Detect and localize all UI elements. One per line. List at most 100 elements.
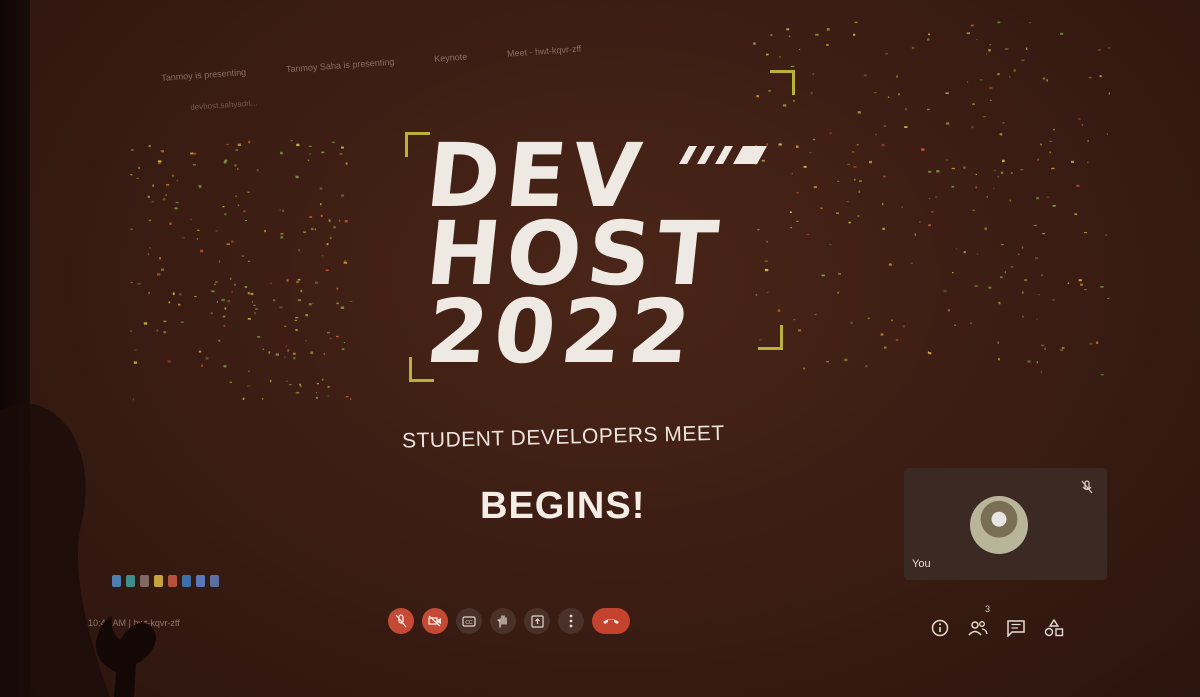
confetti-particle xyxy=(226,243,230,245)
confetti-particle xyxy=(199,186,202,189)
confetti-particle xyxy=(235,195,237,197)
mic-muted-icon[interactable] xyxy=(1081,480,1093,499)
confetti-particle xyxy=(1083,232,1088,234)
confetti-particle xyxy=(1023,279,1028,282)
confetti-particle xyxy=(303,231,306,233)
confetti-particle xyxy=(998,301,1001,305)
store-icon[interactable] xyxy=(182,575,191,587)
confetti-particle xyxy=(846,201,849,203)
confetti-particle xyxy=(997,341,999,344)
confetti-particle xyxy=(1036,197,1040,200)
confetti-particle xyxy=(993,187,995,189)
participants-count-badge: 3 xyxy=(984,604,990,614)
confetti-particle xyxy=(234,164,237,167)
confetti-particle xyxy=(914,233,916,236)
confetti-particle xyxy=(865,365,868,368)
captions-button[interactable]: CC xyxy=(456,608,482,634)
confetti-particle xyxy=(1000,276,1003,279)
confetti-particle xyxy=(986,53,988,55)
self-video-tile[interactable]: You xyxy=(904,468,1107,580)
event-headline: BEGINS! xyxy=(480,485,646,527)
confetti-particle xyxy=(227,300,231,303)
confetti-particle xyxy=(1009,75,1011,79)
confetti-particle xyxy=(1037,158,1039,161)
meeting-controls: CC xyxy=(388,608,630,634)
confetti-particle xyxy=(888,263,892,265)
raise-hand-button[interactable] xyxy=(490,608,516,634)
confetti-particle xyxy=(320,214,323,217)
end-call-button[interactable] xyxy=(592,608,630,634)
confetti-particle xyxy=(333,226,336,229)
present-now-button[interactable] xyxy=(524,608,550,634)
confetti-particle xyxy=(928,224,931,227)
confetti-particle xyxy=(943,289,947,293)
confetti-particle xyxy=(854,178,856,181)
confetti-particle xyxy=(229,277,232,280)
self-tile-label: You xyxy=(912,558,931,570)
confetti-particle xyxy=(275,353,279,356)
confetti-particle xyxy=(885,52,888,55)
confetti-particle xyxy=(289,384,292,386)
more-options-button[interactable] xyxy=(558,608,584,634)
confetti-particle xyxy=(952,272,954,274)
confetti-particle xyxy=(1036,361,1038,364)
confetti-particle xyxy=(350,398,352,400)
confetti-particle xyxy=(1042,233,1046,235)
folder-icon[interactable] xyxy=(154,575,163,587)
confetti-particle xyxy=(867,317,870,319)
search-icon[interactable] xyxy=(140,575,149,587)
chat-button[interactable] xyxy=(1004,616,1028,640)
confetti-particle xyxy=(895,339,899,341)
people-button[interactable]: 3 xyxy=(966,604,990,640)
confetti-particle xyxy=(1108,92,1110,95)
mic-toggle-button[interactable] xyxy=(388,608,414,634)
browser-tab[interactable]: Keynote xyxy=(434,52,468,64)
confetti-particle xyxy=(882,202,884,206)
confetti-particle xyxy=(857,215,860,218)
confetti-particle xyxy=(244,220,247,221)
confetti-particle xyxy=(1060,32,1064,35)
confetti-particle xyxy=(1107,297,1110,299)
confetti-particle xyxy=(224,307,227,310)
confetti-particle xyxy=(972,209,975,211)
meeting-details-button[interactable] xyxy=(928,616,952,640)
confetti-particle xyxy=(192,164,196,166)
confetti-particle xyxy=(887,96,890,98)
confetti-particle xyxy=(1104,234,1108,236)
confetti-particle xyxy=(927,108,930,111)
browser-tab[interactable]: Tanmoy Saha is presenting xyxy=(286,57,395,75)
confetti-particle xyxy=(891,319,893,322)
confetti-particle xyxy=(147,195,150,198)
confetti-particle xyxy=(997,73,1000,76)
confetti-particle xyxy=(975,186,977,189)
confetti-particle xyxy=(196,238,198,240)
confetti-particle xyxy=(869,160,872,164)
confetti-particle xyxy=(292,352,296,355)
confetti-particle xyxy=(310,227,314,231)
confetti-particle xyxy=(310,351,314,354)
chrome-browser-icon[interactable] xyxy=(168,575,177,587)
confetti-particle xyxy=(158,160,162,163)
confetti-particle xyxy=(336,302,339,305)
confetti-particle xyxy=(226,143,230,145)
confetti-particle xyxy=(339,219,341,222)
activities-button[interactable] xyxy=(1042,616,1066,640)
browser-tab[interactable]: Meet - hwt-kqvr-zff xyxy=(507,44,582,59)
confetti-particle xyxy=(321,151,325,154)
confetti-particle xyxy=(1037,294,1040,296)
logo-line-year: 2022 xyxy=(421,280,702,383)
confetti-particle xyxy=(178,303,181,306)
confetti-particle xyxy=(247,191,250,193)
confetti-particle xyxy=(200,249,204,253)
confetti-particle xyxy=(875,133,877,136)
confetti-particle xyxy=(1004,48,1009,50)
confetti-particle xyxy=(1000,244,1004,246)
camera-toggle-button[interactable] xyxy=(422,608,448,634)
app-icon[interactable] xyxy=(196,575,205,587)
confetti-particle xyxy=(989,99,992,101)
confetti-particle xyxy=(327,385,330,388)
app-icon[interactable] xyxy=(210,575,219,587)
confetti-particle xyxy=(229,381,232,383)
info-icon xyxy=(931,619,949,637)
confetti-particle xyxy=(1107,47,1110,49)
